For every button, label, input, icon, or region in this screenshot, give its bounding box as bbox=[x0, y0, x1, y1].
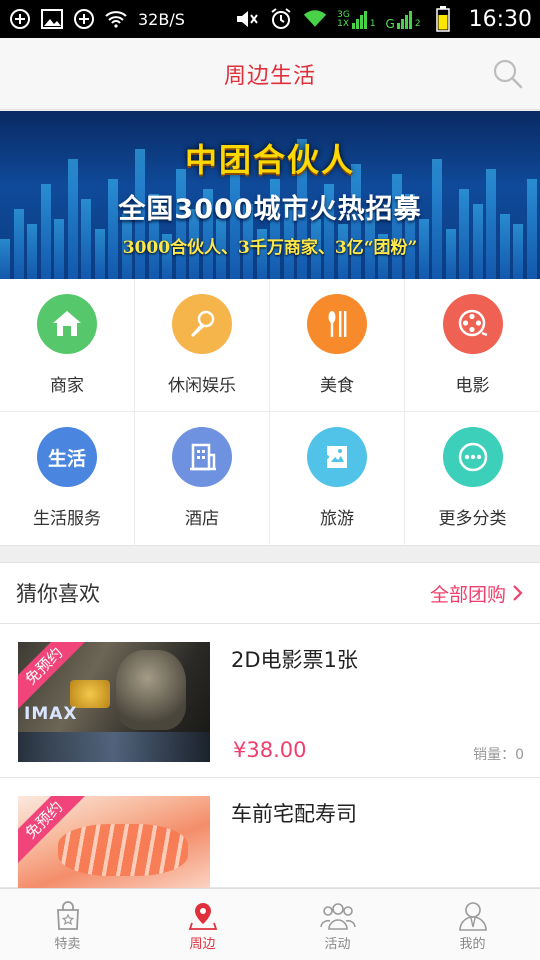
home-icon bbox=[37, 294, 97, 354]
deal-item[interactable]: 免预约 车前宅配寿司 bbox=[0, 778, 540, 888]
signal-sim1: 3G 1X 1 bbox=[337, 10, 376, 29]
category-leisure[interactable]: 休闲娱乐 bbox=[135, 279, 270, 412]
page-title: 周边生活 bbox=[223, 63, 316, 89]
category-merchant[interactable]: 商家 bbox=[0, 279, 135, 412]
poster-strip bbox=[18, 732, 210, 762]
deal-price: ¥38.00 bbox=[233, 738, 307, 762]
deal-image-movie: IMAX 免预约 bbox=[18, 642, 210, 762]
shopping-bag-icon bbox=[56, 901, 79, 930]
travel-ticket-icon bbox=[307, 427, 367, 487]
deal-item[interactable]: IMAX 免预约 2D电影票1张 ¥38.00 销量：0 bbox=[0, 624, 540, 778]
hotel-building-icon bbox=[172, 427, 232, 487]
chevron-right-icon bbox=[513, 585, 523, 601]
category-hotel[interactable]: 酒店 bbox=[135, 412, 270, 546]
banner-headline: 中团合伙人 bbox=[184, 141, 355, 179]
search-icon[interactable] bbox=[492, 58, 524, 90]
location-pin-icon bbox=[188, 903, 217, 930]
alarm-icon bbox=[269, 7, 293, 31]
category-travel[interactable]: 旅游 bbox=[270, 412, 405, 546]
deal-sales: 销量：0 bbox=[473, 747, 524, 763]
salmon-slices bbox=[58, 824, 188, 876]
signal-bars-icon bbox=[396, 11, 412, 29]
guess-you-like-header: 猜你喜欢 全部团购 bbox=[0, 562, 540, 624]
wifi-signal-icon bbox=[303, 7, 327, 31]
imax-logo: IMAX bbox=[24, 704, 78, 724]
deal-image-sushi: 免预约 bbox=[18, 796, 210, 888]
section-title: 猜你喜欢 bbox=[16, 582, 100, 606]
add-circle-icon bbox=[8, 7, 32, 31]
signal-sim2: G 2 bbox=[386, 9, 421, 30]
category-more[interactable]: 更多分类 bbox=[405, 412, 540, 546]
signal-bars-icon bbox=[351, 11, 367, 29]
tab-special-sale[interactable]: 特卖 bbox=[0, 889, 135, 960]
banner-tagline: 3000合伙人、3千万商家、3亿“团粉” bbox=[122, 238, 418, 258]
user-profile-icon bbox=[458, 902, 487, 931]
poster-figure bbox=[116, 650, 186, 730]
film-reel-icon bbox=[442, 294, 503, 354]
deal-title: 2D电影票1张 bbox=[231, 648, 358, 672]
wifi-icon bbox=[104, 7, 128, 31]
add-circle-icon bbox=[72, 7, 96, 31]
mute-icon bbox=[235, 7, 259, 31]
life-service-icon: 生活 bbox=[37, 427, 97, 487]
microphone-icon bbox=[172, 294, 232, 354]
category-movie[interactable]: 电影 bbox=[405, 279, 540, 412]
more-dots-icon bbox=[442, 427, 503, 487]
category-grid: 商家 休闲娱乐 美食 电影 生活 生活服务 酒店 旅游 更多分类 bbox=[0, 279, 540, 546]
category-food[interactable]: 美食 bbox=[270, 279, 405, 412]
category-life-service[interactable]: 生活 生活服务 bbox=[0, 412, 135, 546]
clock-time: 16:30 bbox=[468, 6, 532, 32]
deal-title: 车前宅配寿司 bbox=[231, 802, 357, 826]
tab-activity[interactable]: 活动 bbox=[270, 889, 405, 960]
fork-knife-icon bbox=[307, 294, 367, 354]
banner-subheadline: 全国3000城市火热招募 bbox=[118, 194, 422, 225]
tab-nearby[interactable]: 周边 bbox=[135, 889, 270, 960]
promo-banner[interactable]: 中团合伙人 全国3000城市火热招募 3000合伙人、3千万商家、3亿“团粉” bbox=[0, 111, 540, 279]
network-speed: 32B/S bbox=[138, 9, 185, 29]
app-header: 周边生活 bbox=[0, 38, 540, 110]
status-bar: 32B/S 3G 1X 1 G 2 16:30 bbox=[0, 0, 540, 38]
tab-mine[interactable]: 我的 bbox=[405, 889, 540, 960]
all-deals-link[interactable]: 全部团购 bbox=[430, 580, 524, 607]
group-people-icon bbox=[319, 903, 356, 930]
image-icon bbox=[40, 7, 64, 31]
battery-icon bbox=[431, 6, 455, 32]
bottom-tab-bar: 特卖 周边 活动 我的 bbox=[0, 888, 540, 960]
